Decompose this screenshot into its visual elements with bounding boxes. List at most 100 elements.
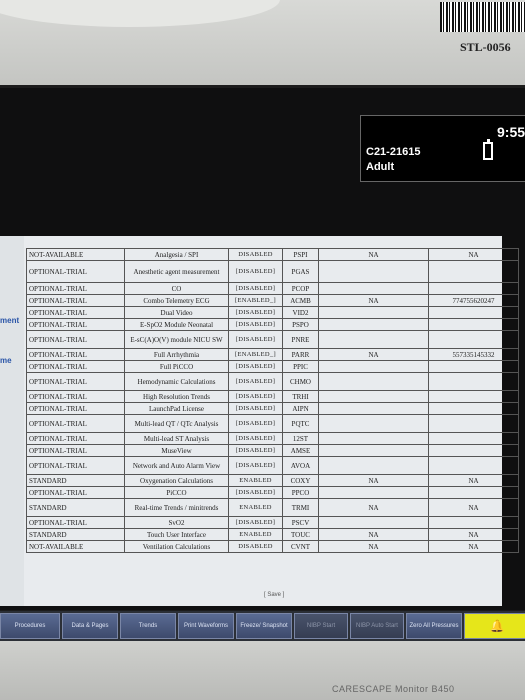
table-row: OPTIONAL-TRIAL E-SpO2 Module Neonatal [DIS… bbox=[26, 318, 519, 331]
enabled-state-cell: [DISABLED] bbox=[228, 282, 283, 295]
left-menu-strip: ment me bbox=[0, 236, 24, 606]
feature-code-cell: CHMO bbox=[282, 372, 319, 391]
table-row: OPTIONAL-TRIAL Multi-lead ST Analysis [DIS… bbox=[26, 432, 519, 445]
feature-name-cell: MuseView bbox=[124, 444, 229, 457]
enabled-state-cell: DISABLED bbox=[228, 540, 283, 553]
table-row: STANDARD Oxygenation Calculations ENABLED C… bbox=[26, 474, 519, 487]
license-key-cell bbox=[318, 456, 429, 475]
enabled-state-cell: [DISABLED] bbox=[228, 516, 283, 529]
table-row: OPTIONAL-TRIAL Full PiCCO [DISABLED] PPIC bbox=[26, 360, 519, 373]
alarm-bell-icon: 🔔 bbox=[489, 618, 505, 633]
feature-code-cell: PPIC bbox=[282, 360, 319, 373]
toolbar-button[interactable]: Zero All Pressures bbox=[406, 613, 462, 639]
feature-name-cell: LaunchPad License bbox=[124, 402, 229, 415]
license-key-cell bbox=[318, 516, 429, 529]
enabled-state-cell: [DISABLED] bbox=[228, 486, 283, 499]
license-status-cell: STANDARD bbox=[26, 474, 125, 487]
enabled-state-cell: [ENABLED_] bbox=[228, 348, 283, 361]
license-key-cell bbox=[318, 402, 429, 415]
serial-cell: NA bbox=[428, 474, 519, 487]
alarm-silence-button[interactable]: 🔔 bbox=[464, 613, 525, 639]
patient-status-box[interactable]: C21-21615 Adult 9:55 bbox=[360, 115, 525, 182]
license-status-cell: OPTIONAL-TRIAL bbox=[26, 306, 125, 319]
toolbar-button[interactable]: Procedures bbox=[0, 613, 60, 639]
license-key-cell: NA bbox=[318, 348, 429, 361]
toolbar-button[interactable]: Freeze/ Snapshot bbox=[236, 613, 292, 639]
license-status-cell: OPTIONAL-TRIAL bbox=[26, 444, 125, 457]
serial-cell bbox=[428, 486, 519, 499]
license-status-cell: OPTIONAL-TRIAL bbox=[26, 414, 125, 433]
feature-code-cell: PSCV bbox=[282, 516, 319, 529]
serial-cell bbox=[428, 260, 519, 283]
serial-cell bbox=[428, 372, 519, 391]
enabled-state-cell: [DISABLED] bbox=[228, 330, 283, 349]
feature-code-cell: PPCO bbox=[282, 486, 319, 499]
feature-name-cell: CO bbox=[124, 282, 229, 295]
table-row: STANDARD Real-time Trends / minitrends ENA… bbox=[26, 498, 519, 517]
enabled-state-cell: DISABLED bbox=[228, 248, 283, 261]
left-menu-label[interactable]: me bbox=[0, 356, 12, 365]
enabled-state-cell: [DISABLED] bbox=[228, 318, 283, 331]
license-key-cell bbox=[318, 414, 429, 433]
feature-code-cell: AMSE bbox=[282, 444, 319, 457]
table-row: OPTIONAL-TRIAL Hemodynamic Calculations [D… bbox=[26, 372, 519, 391]
table-row: NOT-AVAILABLE Analgesia / SPI DISABLED PSPI… bbox=[26, 248, 519, 261]
feature-code-cell: PCOP bbox=[282, 282, 319, 295]
toolbar-button[interactable]: NIBP Start bbox=[294, 613, 348, 639]
license-key-cell: NA bbox=[318, 474, 429, 487]
license-status-cell: NOT-AVAILABLE bbox=[26, 248, 125, 261]
license-status-cell: STANDARD bbox=[26, 498, 125, 517]
table-row: OPTIONAL-TRIAL Anesthetic agent measureme… bbox=[26, 260, 519, 283]
serial-cell: 774755620247 bbox=[428, 294, 519, 307]
serial-cell: NA bbox=[428, 528, 519, 541]
toolbar-button[interactable]: NIBP Auto Start bbox=[350, 613, 404, 639]
toolbar-button[interactable]: Print Waveforms bbox=[178, 613, 234, 639]
enabled-state-cell: [ENABLED_] bbox=[228, 294, 283, 307]
license-status-cell: OPTIONAL-TRIAL bbox=[26, 390, 125, 403]
license-status-cell: OPTIONAL-TRIAL bbox=[26, 516, 125, 529]
license-key-cell bbox=[318, 372, 429, 391]
feature-name-cell: Combo Telemetry ECG bbox=[124, 294, 229, 307]
serial-cell: NA bbox=[428, 540, 519, 553]
feature-code-cell: AVOA bbox=[282, 456, 319, 475]
enabled-state-cell: ENABLED bbox=[228, 474, 283, 487]
enabled-state-cell: [DISABLED] bbox=[228, 432, 283, 445]
table-row: STANDARD Touch User Interface ENABLED TOUC N… bbox=[26, 528, 519, 541]
feature-code-cell: PNRE bbox=[282, 330, 319, 349]
feature-code-cell: PQTC bbox=[282, 414, 319, 433]
toolbar-button[interactable]: Data & Pages bbox=[62, 613, 118, 639]
feature-code-cell: AIPN bbox=[282, 402, 319, 415]
enabled-state-cell: ENABLED bbox=[228, 528, 283, 541]
serial-cell bbox=[428, 306, 519, 319]
feature-name-cell: Anesthetic agent measurement bbox=[124, 260, 229, 283]
license-key-cell: NA bbox=[318, 540, 429, 553]
license-status-cell: OPTIONAL-TRIAL bbox=[26, 318, 125, 331]
license-status-cell: NOT-AVAILABLE bbox=[26, 540, 125, 553]
serial-cell: NA bbox=[428, 498, 519, 517]
enabled-state-cell: ENABLED bbox=[228, 498, 283, 517]
enabled-state-cell: [DISABLED] bbox=[228, 372, 283, 391]
feature-code-cell: 12ST bbox=[282, 432, 319, 445]
license-table: NOT-AVAILABLE Analgesia / SPI DISABLED PSPI… bbox=[26, 248, 519, 553]
serial-cell: NA bbox=[428, 248, 519, 261]
left-menu-label[interactable]: ment bbox=[0, 316, 19, 325]
feature-name-cell: PiCCO bbox=[124, 486, 229, 499]
license-status-cell: OPTIONAL-TRIAL bbox=[26, 330, 125, 349]
serial-cell bbox=[428, 402, 519, 415]
license-key-cell bbox=[318, 260, 429, 283]
feature-name-cell: Real-time Trends / minitrends bbox=[124, 498, 229, 517]
table-row: NOT-AVAILABLE Ventilation Calculations DIS… bbox=[26, 540, 519, 553]
license-key-cell bbox=[318, 486, 429, 499]
license-key-cell: NA bbox=[318, 248, 429, 261]
save-link[interactable]: [ Save ] bbox=[264, 592, 284, 598]
license-key-cell bbox=[318, 444, 429, 457]
feature-name-cell: Full Arrhythmia bbox=[124, 348, 229, 361]
table-row: OPTIONAL-TRIAL High Resolution Trends [DIS… bbox=[26, 390, 519, 403]
feature-code-cell: ACMB bbox=[282, 294, 319, 307]
asset-sticker: STL-0056 bbox=[460, 40, 511, 54]
barcode-label bbox=[440, 2, 525, 32]
serial-cell bbox=[428, 432, 519, 445]
toolbar-button[interactable]: Trends bbox=[120, 613, 176, 639]
license-key-cell: NA bbox=[318, 294, 429, 307]
feature-code-cell: PGAS bbox=[282, 260, 319, 283]
